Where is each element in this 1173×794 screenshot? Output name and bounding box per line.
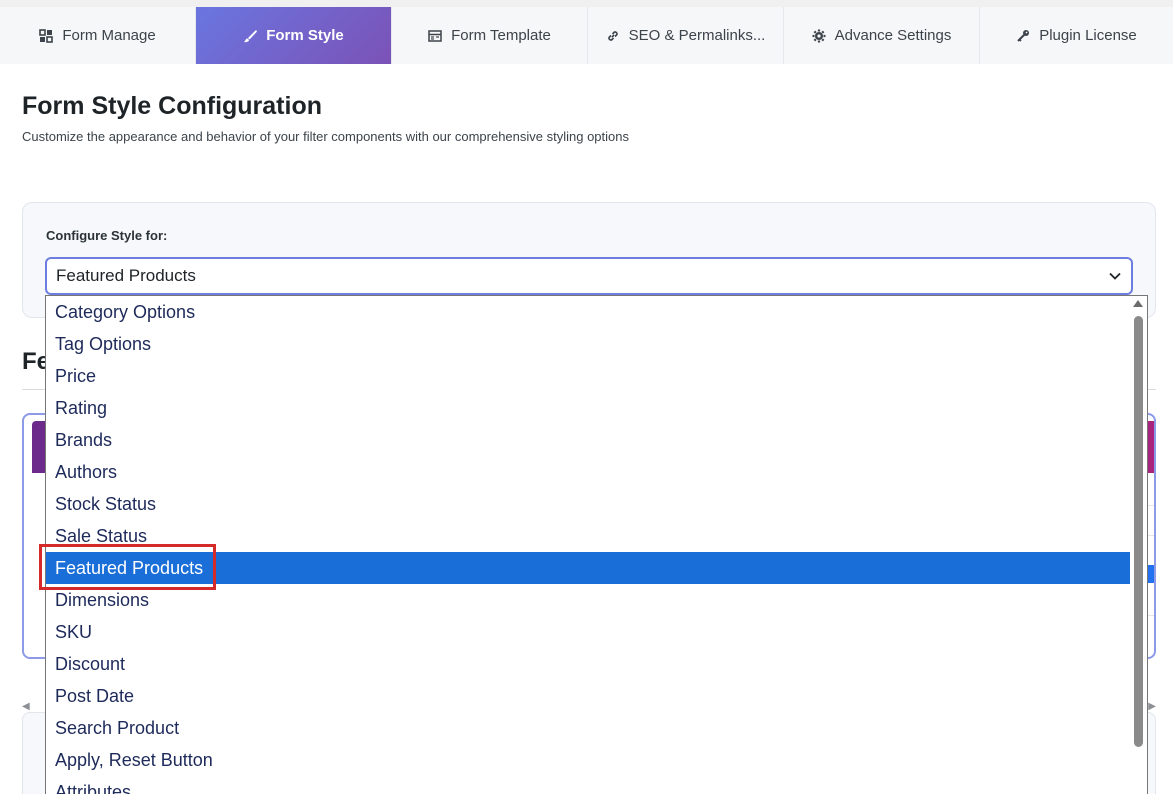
chevron-down-icon: [1109, 272, 1121, 280]
arrow-left-icon: ◀: [22, 701, 30, 712]
page-title: Form Style Configuration: [22, 92, 322, 120]
tab-form-style[interactable]: Form Style: [196, 7, 392, 64]
top-strip: [0, 0, 1173, 7]
dropdown-option[interactable]: Stock Status: [46, 488, 1132, 520]
dropdown-scrollbar[interactable]: [1130, 296, 1147, 794]
dropdown-option[interactable]: Discount: [46, 648, 1132, 680]
dropdown-option[interactable]: Authors: [46, 456, 1132, 488]
grid-icon: [39, 28, 54, 43]
annotation-highlight-box: [39, 544, 216, 590]
tab-label: Form Style: [266, 27, 344, 44]
tab-label: Form Manage: [62, 27, 156, 44]
brush-icon: [243, 29, 258, 43]
dropdown-option[interactable]: Category Options: [46, 296, 1132, 328]
dropdown-option[interactable]: Apply, Reset Button: [46, 744, 1132, 776]
dropdown-option[interactable]: Search Product: [46, 712, 1132, 744]
tab-label: SEO & Permalinks...: [628, 27, 766, 44]
tab-form-manage[interactable]: Form Manage: [0, 7, 196, 64]
dropdown-option[interactable]: Tag Options: [46, 328, 1132, 360]
dropdown-option[interactable]: Price: [46, 360, 1132, 392]
configure-style-label: Configure Style for:: [46, 228, 168, 243]
tab-bar: Form Manage Form Style Form Template SEO…: [0, 7, 1173, 64]
arrow-right-icon: ▶: [1148, 701, 1156, 712]
select-value: Featured Products: [56, 266, 196, 285]
scroll-thumb[interactable]: [1134, 316, 1143, 747]
key-icon: [1016, 29, 1030, 43]
tab-label: Form Template: [451, 27, 551, 44]
dropdown-option[interactable]: Brands: [46, 424, 1132, 456]
dropdown-option[interactable]: SKU: [46, 616, 1132, 648]
dropdown-option[interactable]: Post Date: [46, 680, 1132, 712]
dropdown-option[interactable]: Rating: [46, 392, 1132, 424]
dropdown-option[interactable]: Attributes: [46, 776, 1132, 794]
tab-plugin-license[interactable]: Plugin License: [980, 7, 1173, 64]
page-subtitle: Customize the appearance and behavior of…: [22, 129, 630, 144]
tab-seo-permalinks[interactable]: SEO & Permalinks...: [588, 7, 784, 64]
table-icon: [428, 29, 442, 43]
tab-label: Advance Settings: [834, 27, 952, 44]
gear-icon: [812, 29, 826, 43]
tab-form-template[interactable]: Form Template: [392, 7, 588, 64]
tab-label: Plugin License: [1039, 27, 1137, 44]
tab-advance-settings[interactable]: Advance Settings: [784, 7, 980, 64]
configure-style-select[interactable]: Featured Products: [45, 257, 1133, 295]
scroll-up-icon[interactable]: [1133, 300, 1143, 307]
link-icon: [606, 29, 620, 43]
